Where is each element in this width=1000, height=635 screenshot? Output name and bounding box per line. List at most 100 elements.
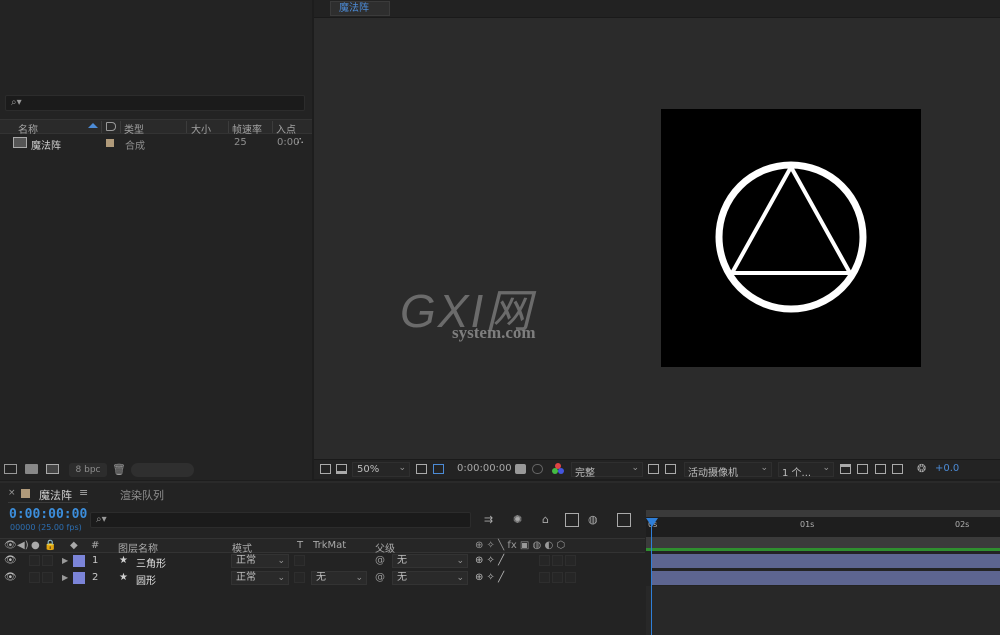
switch-box[interactable]: [539, 572, 550, 583]
sort-ascending-icon[interactable]: [88, 123, 98, 128]
column-type[interactable]: 类型: [124, 121, 144, 136]
solo-toggle[interactable]: [29, 572, 40, 583]
parent-dropdown[interactable]: 无 ⌄: [392, 554, 468, 568]
toggle-pixel-aspect-icon[interactable]: [840, 464, 851, 474]
always-preview-icon[interactable]: [320, 464, 331, 474]
solo-toggle[interactable]: [29, 555, 40, 566]
timeline-comp-tab[interactable]: 魔法阵: [39, 487, 72, 503]
fast-previews-icon[interactable]: [857, 464, 868, 474]
switch-box[interactable]: [552, 555, 563, 566]
thumbnail-size-slider[interactable]: [131, 463, 194, 477]
exposure-value[interactable]: +0.0: [935, 463, 959, 474]
label-tag-icon[interactable]: ◆: [70, 540, 78, 551]
switch-box[interactable]: [552, 572, 563, 583]
track-matte-header[interactable]: TrkMat: [313, 540, 346, 551]
lock-toggle[interactable]: [42, 555, 53, 566]
switch-box[interactable]: [565, 555, 576, 566]
lock-icon[interactable]: 🔒: [44, 540, 56, 551]
interpret-footage-icon[interactable]: [4, 464, 17, 474]
flowchart-icon[interactable]: ⛬: [297, 136, 303, 146]
layer-2-duration-bar[interactable]: [652, 571, 1000, 585]
show-snapshot-icon[interactable]: [532, 464, 543, 474]
layer-mode-dropdown[interactable]: 正常 ⌄: [231, 571, 289, 585]
mask-visibility-icon[interactable]: [433, 464, 444, 474]
chevron-down-icon: ⌄: [456, 573, 464, 583]
preserve-transparency-toggle[interactable]: [294, 555, 305, 566]
layer-1-duration-bar[interactable]: [652, 554, 1000, 568]
comp-flowchart-icon[interactable]: [892, 464, 903, 474]
current-time-display[interactable]: 0:00:00:00: [457, 463, 512, 474]
layer-switches[interactable]: ⊕ ✧ ╱: [475, 572, 504, 583]
timeline-icon[interactable]: [875, 464, 886, 474]
trash-icon[interactable]: 🗑: [112, 463, 126, 476]
views-dropdown[interactable]: 1 个... ⌄: [778, 462, 834, 479]
switch-box[interactable]: [539, 555, 550, 566]
visibility-eye-icon[interactable]: 👁: [4, 555, 17, 566]
time-ruler[interactable]: [646, 517, 1000, 537]
pick-whip-icon[interactable]: @: [375, 572, 385, 583]
resolution-dropdown[interactable]: 完整 ⌄: [571, 462, 643, 479]
grid-icon[interactable]: [416, 464, 427, 474]
comp-viewer-tab[interactable]: 魔法阵: [330, 1, 390, 16]
pick-whip-icon[interactable]: @: [375, 555, 385, 566]
playhead-handle-icon[interactable]: [646, 518, 658, 527]
audio-icon[interactable]: ◀): [17, 540, 29, 551]
layer-row-1[interactable]: 👁 ▶ 1 ★ 三角形 正常 ⌄ @ 无 ⌄ ⊕ ✧ ╱: [0, 553, 645, 570]
playhead[interactable]: [651, 518, 652, 635]
preserve-transparency-header[interactable]: T: [297, 540, 303, 551]
preserve-transparency-toggle[interactable]: [294, 572, 305, 583]
comp-range-bar[interactable]: [646, 537, 1000, 548]
layer-name[interactable]: 圆形: [136, 572, 156, 587]
bpc-button[interactable]: 8 bpc: [69, 463, 107, 477]
video-eye-icon[interactable]: 👁: [4, 540, 17, 551]
layer-label-color[interactable]: [73, 555, 85, 567]
track-matte-dropdown[interactable]: 无 ⌄: [311, 571, 367, 585]
layer-label-color[interactable]: [73, 572, 85, 584]
draft-3d-icon[interactable]: ✺: [513, 513, 527, 527]
layer-name[interactable]: 三角形: [136, 555, 166, 570]
work-area-bar[interactable]: [646, 510, 1000, 517]
project-search-input[interactable]: ⌕▾: [5, 95, 305, 111]
column-frame-rate[interactable]: 帧速率: [232, 121, 262, 136]
reset-exposure-icon[interactable]: ❂: [917, 462, 926, 475]
comp-mini-flowchart-icon[interactable]: ⇉: [484, 513, 498, 527]
column-name[interactable]: 名称: [18, 121, 38, 136]
solo-icon[interactable]: ●: [31, 540, 40, 551]
render-queue-tab[interactable]: 渲染队列: [120, 487, 164, 503]
transparency-grid-icon[interactable]: [665, 464, 676, 474]
new-composition-icon[interactable]: [46, 464, 59, 474]
switches-header-icons[interactable]: ⊕ ✧ ╲ fx ▣ ◍ ◐ ⬡: [475, 540, 565, 551]
region-of-interest-icon[interactable]: [648, 464, 659, 474]
layer-mode-dropdown[interactable]: 正常 ⌄: [231, 554, 289, 568]
graph-editor-icon[interactable]: [617, 513, 631, 527]
empty-track-area: [646, 586, 1000, 635]
viewer-tab-bar: 魔法阵: [314, 0, 1000, 18]
layer-switches[interactable]: ⊕ ✧ ╱: [475, 555, 504, 566]
lock-toggle[interactable]: [42, 572, 53, 583]
channels-icon[interactable]: [552, 463, 564, 475]
switch-box[interactable]: [565, 572, 576, 583]
layer-row-2[interactable]: 👁 ▶ 2 ★ 圆形 正常 ⌄ 无 ⌄ @ 无 ⌄ ⊕ ✧ ╱: [0, 570, 645, 587]
column-size[interactable]: 大小: [191, 121, 211, 136]
expand-arrow-icon[interactable]: ▶: [62, 573, 68, 582]
parent-dropdown[interactable]: 无 ⌄: [392, 571, 468, 585]
visibility-eye-icon[interactable]: 👁: [4, 572, 17, 583]
panel-menu-icon[interactable]: ≡: [79, 486, 88, 499]
zoom-dropdown[interactable]: 50% ⌄: [352, 462, 410, 477]
close-icon[interactable]: ×: [8, 488, 16, 498]
label-color-swatch[interactable]: [106, 139, 114, 147]
project-item-row[interactable]: 魔法阵 合成 25 0:00 ⛬: [0, 135, 312, 152]
snapshot-camera-icon[interactable]: [515, 464, 526, 474]
motion-blur-icon[interactable]: ◍: [588, 513, 602, 527]
timeline-search-input[interactable]: ⌕▾: [90, 512, 471, 528]
timeline-timecode[interactable]: 0:00:00:00: [9, 507, 87, 522]
camera-dropdown[interactable]: 活动摄像机 ⌄: [684, 462, 772, 479]
new-folder-icon[interactable]: [25, 464, 38, 474]
column-in-point[interactable]: 入点: [276, 121, 296, 136]
expand-arrow-icon[interactable]: ▶: [62, 556, 68, 565]
frame-blending-icon[interactable]: [565, 513, 579, 527]
composition-canvas[interactable]: [661, 109, 921, 367]
hide-shy-layers-icon[interactable]: ⌂: [542, 513, 556, 527]
label-tag-icon[interactable]: [106, 122, 116, 131]
monitor-icon[interactable]: [336, 464, 347, 474]
